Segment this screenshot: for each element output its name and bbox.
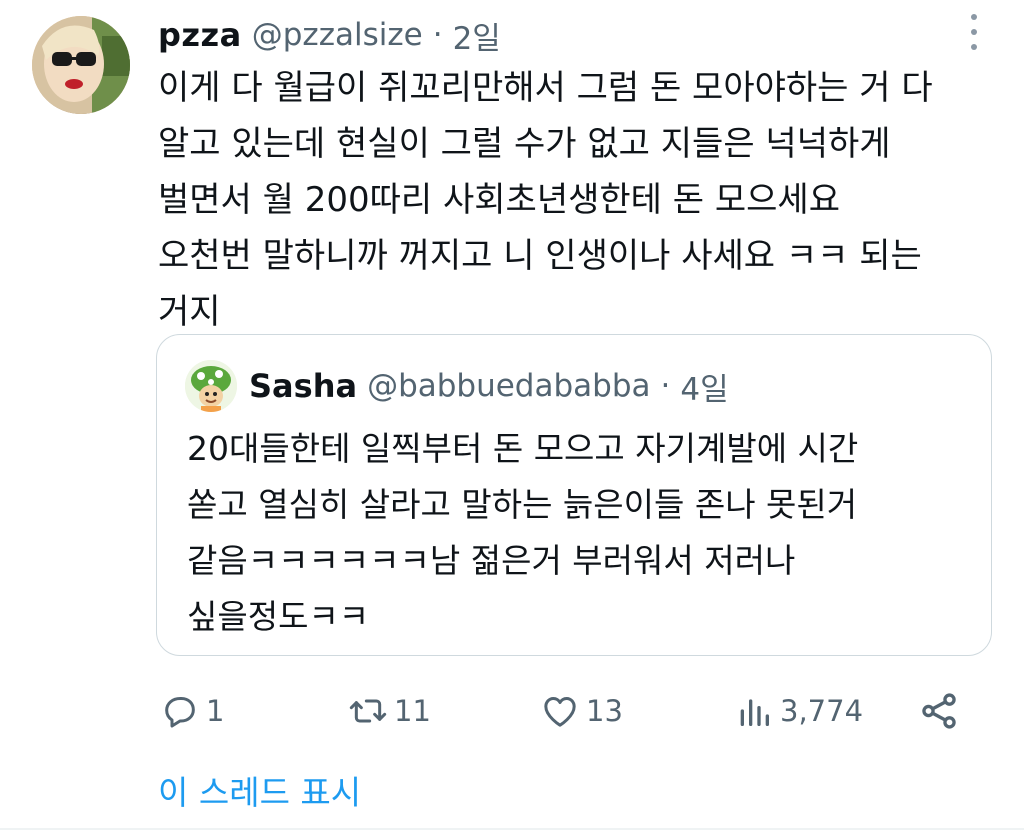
- reply-button[interactable]: 1: [160, 686, 224, 736]
- like-button[interactable]: 13: [540, 686, 623, 736]
- quoted-tweet-body: 20대들한테 일찍부터 돈 모으고 자기계발에 시간 쏟고 열심히 살라고 말하…: [187, 421, 977, 645]
- divider: [0, 828, 1024, 830]
- retweet-count: 11: [394, 694, 431, 728]
- more-dot: [971, 29, 977, 35]
- quoted-tweet-timestamp: 4일: [680, 371, 729, 408]
- tweet-body-line: 거지: [158, 292, 221, 332]
- tweet-actions: 1 11 13 3,774: [156, 686, 976, 736]
- quoted-body-line: 쏟고 열심히 살라고 말하는 늙은이들 존나 못된거: [187, 485, 858, 524]
- view-count: 3,774: [780, 694, 864, 728]
- retweet-button[interactable]: 11: [348, 686, 431, 736]
- heart-icon: [540, 691, 580, 731]
- reply-icon: [160, 691, 200, 731]
- quoted-body-line: 20대들한테 일찍부터 돈 모으고 자기계발에 시간: [187, 429, 859, 468]
- quoted-author-name: Sasha: [249, 367, 358, 405]
- more-dot: [971, 14, 977, 20]
- author-name[interactable]: pzza: [158, 16, 242, 54]
- retweet-icon: [348, 691, 388, 731]
- reply-count: 1: [206, 694, 225, 728]
- more-vertical-icon[interactable]: [962, 14, 986, 50]
- tweet-body-line: 알고 있는데 현실이 그럴 수가 없고 지들은 넉넉하게: [158, 124, 891, 164]
- quoted-body-line: 같음ㅋㅋㅋㅋㅋㅋ남 젊은거 부러워서 저러나: [187, 541, 796, 580]
- tweet-body: 이게 다 월급이 쥐꼬리만해서 그럼 돈 모아야하는 거 다 알고 있는데 현실…: [158, 60, 1008, 340]
- views-icon: [734, 691, 774, 731]
- quoted-tweet[interactable]: Sasha @babbuedababba · 4일 20대들한테 일찍부터 돈 …: [156, 334, 992, 656]
- tweet-body-line: 벌면서 월 200따리 사회초년생한테 돈 모으세요: [158, 180, 840, 220]
- separator-dot: ·: [660, 368, 671, 404]
- like-count: 13: [586, 694, 623, 728]
- author-avatar[interactable]: [32, 16, 130, 114]
- tweet-body-line: 이게 다 월급이 쥐꼬리만해서 그럼 돈 모아야하는 거 다: [158, 68, 933, 108]
- tweet-header: pzza @pzzalsize · 2일: [158, 12, 501, 58]
- tweet-body-line: 오천번 말하니까 꺼지고 니 인생이나 사세요 ㅋㅋ 되는: [158, 236, 922, 276]
- show-thread-link[interactable]: 이 스레드 표시: [158, 766, 361, 814]
- share-button[interactable]: [918, 686, 960, 736]
- separator-dot: ·: [432, 17, 443, 53]
- tweet-timestamp[interactable]: 2일: [453, 13, 501, 58]
- quoted-author-avatar: [185, 360, 237, 412]
- more-dot: [971, 44, 977, 50]
- quoted-tweet-header: Sasha @babbuedababba · 4일: [249, 361, 729, 411]
- share-icon: [918, 690, 960, 732]
- quoted-author-handle: @babbuedababba: [367, 368, 651, 404]
- author-handle[interactable]: @pzzalsize: [252, 17, 423, 53]
- tweet[interactable]: pzza @pzzalsize · 2일 이게 다 월급이 쥐꼬리만해서 그럼 …: [0, 0, 1024, 832]
- views-button[interactable]: 3,774: [734, 686, 863, 736]
- quoted-body-line: 싶을정도ㅋㅋ: [187, 597, 370, 636]
